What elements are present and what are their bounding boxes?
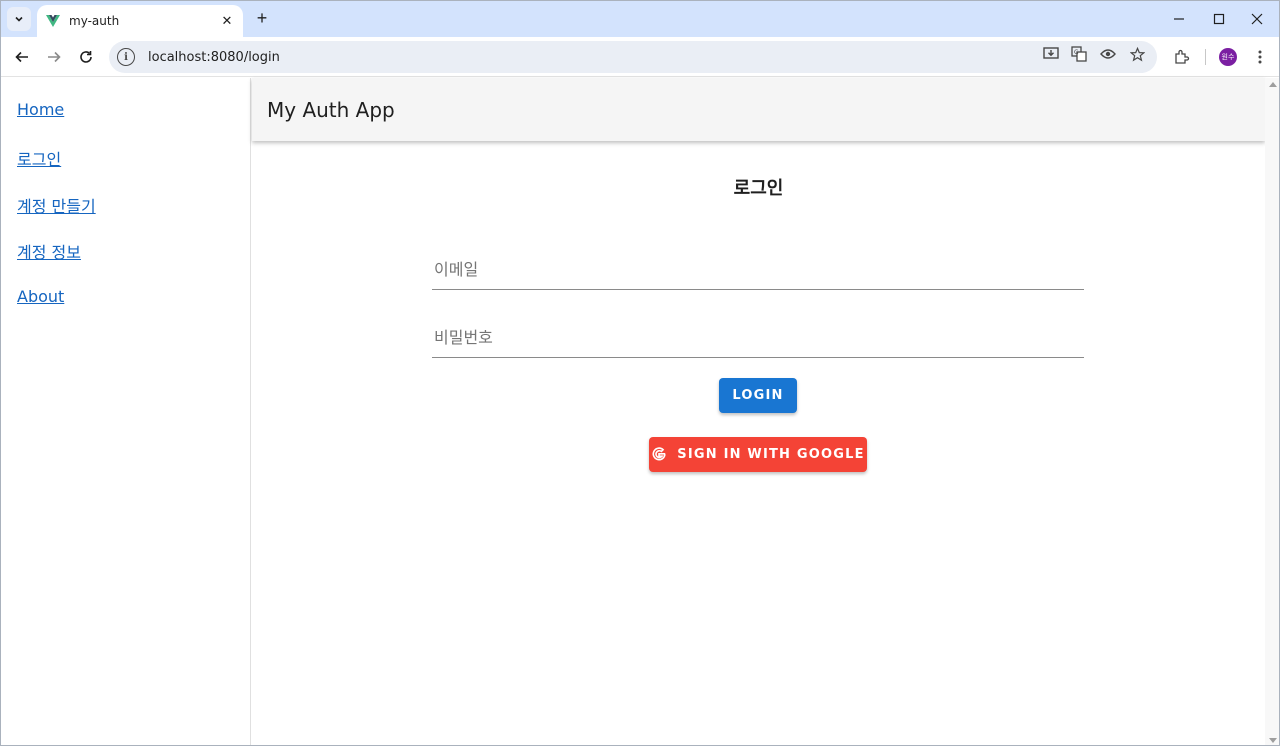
menu-kebab-icon[interactable] [1249, 46, 1271, 68]
scroll-down-icon[interactable] [1269, 738, 1277, 743]
tab-close-icon[interactable]: ✕ [219, 13, 235, 29]
page-title: 로그인 [733, 178, 784, 199]
close-window-button[interactable] [1237, 7, 1277, 31]
toolbar-divider [1205, 49, 1206, 65]
google-icon [651, 446, 667, 463]
address-bar[interactable]: i localhost:8080/login [109, 41, 1157, 73]
arrow-left-icon [15, 51, 28, 63]
sidebar-item-home[interactable]: Home [17, 100, 64, 119]
extensions-icon[interactable] [1171, 46, 1193, 68]
vue-logo-icon [46, 15, 60, 27]
url-text: localhost:8080/login [148, 49, 280, 65]
svg-text:G: G [1074, 49, 1079, 56]
reload-button[interactable] [73, 44, 99, 70]
browser-window: my-auth ✕ + i localhost:8080/login G 원수 … [0, 0, 1280, 746]
close-icon [1251, 13, 1263, 25]
back-button[interactable] [9, 44, 35, 70]
browser-tab[interactable]: my-auth ✕ [37, 5, 243, 37]
google-button-label: SIGN IN WITH GOOGLE [677, 447, 865, 462]
translate-icon[interactable]: G [1069, 44, 1089, 64]
browser-toolbar: i localhost:8080/login G 원수 [1, 37, 1279, 77]
tab-strip: my-auth ✕ + [1, 1, 1279, 37]
email-input[interactable] [432, 250, 1084, 289]
new-tab-button[interactable]: + [251, 8, 273, 30]
reload-icon [80, 51, 92, 63]
tab-title: my-auth [69, 14, 120, 28]
sidebar-item-create-account[interactable]: 계정 만들기 [17, 193, 96, 217]
sidebar-item-about[interactable]: About [17, 287, 64, 306]
minimize-button[interactable] [1159, 7, 1199, 31]
google-sign-in-button[interactable]: SIGN IN WITH GOOGLE [649, 437, 867, 472]
sidebar-item-account-info[interactable]: 계정 정보 [17, 239, 81, 263]
scroll-up-icon[interactable] [1269, 82, 1277, 87]
bookmark-star-icon[interactable] [1127, 44, 1147, 64]
login-button[interactable]: LOGIN [719, 378, 797, 413]
maximize-icon [1213, 13, 1225, 25]
install-app-icon[interactable] [1041, 44, 1061, 64]
scrollbar[interactable] [1265, 78, 1279, 745]
password-field[interactable] [432, 318, 1084, 358]
sidebar-item-login[interactable]: 로그인 [17, 146, 61, 170]
profile-avatar[interactable]: 원수 [1219, 48, 1237, 66]
sidebar-nav: Home 로그인 계정 만들기 계정 정보 About [1, 78, 251, 745]
password-input[interactable] [432, 318, 1084, 357]
chevron-down-icon [15, 16, 23, 22]
email-field[interactable] [432, 250, 1084, 290]
maximize-button[interactable] [1199, 7, 1239, 31]
eye-icon[interactable] [1098, 44, 1118, 64]
arrow-right-icon [48, 51, 61, 63]
site-info-icon[interactable]: i [117, 48, 135, 66]
minimize-icon [1174, 18, 1184, 20]
forward-button[interactable] [41, 44, 67, 70]
page-content: Home 로그인 계정 만들기 계정 정보 About My Auth App … [1, 78, 1279, 745]
tab-search-button[interactable] [7, 7, 31, 31]
